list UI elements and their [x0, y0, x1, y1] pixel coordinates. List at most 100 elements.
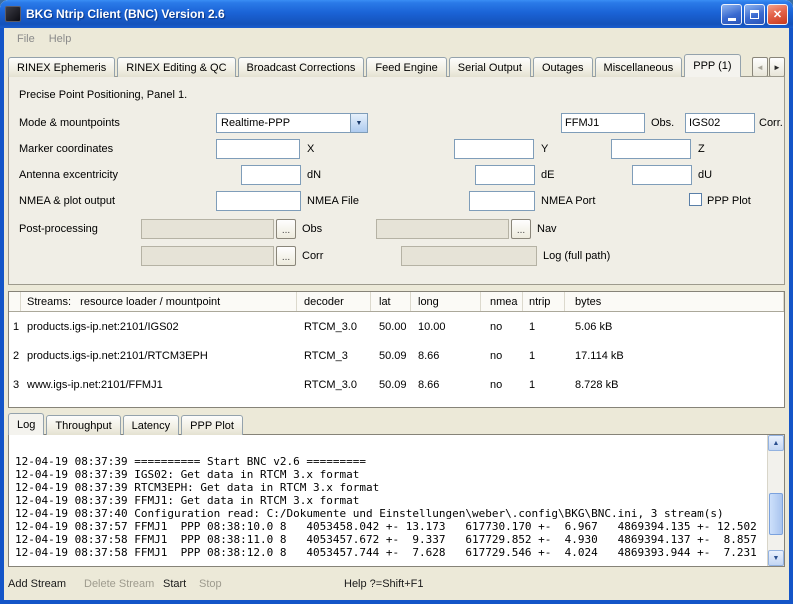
ppp-mode-combobox[interactable]: Realtime-PPP ▼ [216, 113, 368, 133]
nav-file-label: Nav [537, 223, 557, 235]
tab-scroll-left-button[interactable]: ◄ [752, 57, 768, 77]
marker-x-field[interactable] [216, 139, 300, 159]
z-label: Z [698, 143, 705, 155]
tab-rinex-ephemeris[interactable]: RINEX Ephemeris [8, 57, 115, 77]
scrollbar-thumb[interactable] [769, 493, 783, 535]
column-header-decoder: decoder [297, 292, 371, 311]
cell-bytes: 8.728 kB [565, 379, 784, 391]
log-line: 12-04-19 08:37:58 FFMJ1 PPP 08:38:11.0 8… [15, 533, 767, 546]
marker-y-field[interactable] [454, 139, 534, 159]
browse-corr-button[interactable]: ... [276, 246, 296, 266]
cell-ntrip: 1 [523, 350, 565, 362]
tab-rinex-editing-qc[interactable]: RINEX Editing & QC [117, 57, 235, 77]
cell-bytes: 17.114 kB [565, 350, 784, 362]
cell-decoder: RTCM_3.0 [297, 379, 371, 391]
log-line: 12-04-19 08:37:39 FFMJ1: Get data in RTC… [15, 494, 767, 507]
log-line: 12-04-19 08:37:58 FFMJ1 PPP 08:38:12.0 8… [15, 546, 767, 559]
ppp-mode-value: Realtime-PPP [217, 117, 350, 129]
obs-label: Obs. [651, 117, 674, 129]
menu-file[interactable]: File [10, 31, 42, 47]
browse-nav-button[interactable]: ... [511, 219, 531, 239]
column-header-long: long [411, 292, 481, 311]
de-label: dE [541, 169, 554, 181]
tab-serial-output[interactable]: Serial Output [449, 57, 531, 77]
tab-throughput[interactable]: Throughput [46, 415, 120, 435]
antenna-du-field[interactable] [632, 165, 692, 185]
cell-decoder: RTCM_3 [297, 350, 371, 362]
close-button[interactable]: ✕ [767, 4, 788, 25]
tab-ppp-1[interactable]: PPP (1) [684, 54, 740, 77]
obs-file-label: Obs [302, 223, 322, 235]
y-label: Y [541, 143, 548, 155]
menu-bar: File Help [4, 28, 789, 49]
maximize-icon [750, 10, 759, 19]
scroll-down-button[interactable]: ▼ [768, 550, 784, 566]
corr-label: Corr. [759, 117, 783, 129]
antenna-excentricity-label: Antenna excentricity [19, 169, 118, 181]
panel-caption: Precise Point Positioning, Panel 1. [19, 89, 187, 101]
log-output[interactable]: 12-04-19 08:37:39 ========== Start BNC v… [9, 435, 767, 566]
log-line: 12-04-19 08:37:39 ========== Start BNC v… [15, 455, 767, 468]
window-title: BKG Ntrip Client (BNC) Version 2.6 [26, 7, 719, 21]
obs-mountpoint-field[interactable] [561, 113, 645, 133]
nmea-file-label: NMEA File [307, 195, 359, 207]
maximize-button[interactable] [744, 4, 765, 25]
ppp-plot-checkbox[interactable] [689, 193, 702, 206]
minimize-icon [728, 18, 736, 21]
post-log-path-field [401, 246, 537, 266]
tab-log[interactable]: Log [8, 413, 44, 435]
nmea-plot-output-label: NMEA & plot output [19, 195, 115, 207]
cell-nmea: no [481, 350, 523, 362]
add-stream-button[interactable]: Add Stream [8, 578, 66, 590]
menu-help[interactable]: Help [42, 31, 79, 47]
post-obs-file-field [141, 219, 274, 239]
cell-long: 8.66 [411, 379, 481, 391]
start-button[interactable]: Start [163, 578, 186, 590]
tab-outages[interactable]: Outages [533, 57, 593, 77]
antenna-de-field[interactable] [475, 165, 535, 185]
scroll-up-icon: ▲ [773, 440, 780, 447]
tab-feed-engine[interactable]: Feed Engine [366, 57, 446, 77]
tab-broadcast-corrections[interactable]: Broadcast Corrections [238, 57, 365, 77]
minimize-button[interactable] [721, 4, 742, 25]
log-scrollbar[interactable]: ▲ ▼ [767, 435, 784, 566]
x-label: X [307, 143, 314, 155]
row-number: 2 [9, 350, 21, 362]
cell-nmea: no [481, 321, 523, 333]
top-tab-bar: RINEX Ephemeris RINEX Editing & QC Broad… [8, 54, 743, 77]
window-border-right [789, 28, 793, 604]
ppp-plot-label: PPP Plot [707, 195, 751, 207]
antenna-dn-field[interactable] [241, 165, 301, 185]
column-header-ntrip: ntrip [523, 292, 565, 311]
log-line: 12-04-19 08:37:39 RTCM3EPH: Get data in … [15, 481, 767, 494]
column-header-bytes: bytes [565, 292, 784, 311]
column-header-mountpoint: Streams: resource loader / mountpoint [21, 292, 297, 311]
stop-button: Stop [199, 578, 222, 590]
window-border-bottom [0, 600, 793, 604]
log-panel: 12-04-19 08:37:39 ========== Start BNC v… [8, 434, 785, 567]
marker-coordinates-label: Marker coordinates [19, 143, 113, 155]
browse-obs-button[interactable]: ... [276, 219, 296, 239]
post-processing-label: Post-processing [19, 223, 98, 235]
cell-long: 10.00 [411, 321, 481, 333]
nmea-port-field[interactable] [469, 191, 535, 211]
tab-ppp-plot[interactable]: PPP Plot [181, 415, 243, 435]
nmea-file-field[interactable] [216, 191, 301, 211]
tab-scroll-right-button[interactable]: ► [769, 57, 785, 77]
stream-row[interactable]: 1 products.igs-ip.net:2101/IGS02 RTCM_3.… [9, 312, 784, 341]
title-bar: BKG Ntrip Client (BNC) Version 2.6 ✕ [0, 0, 793, 28]
corr-mountpoint-field[interactable] [685, 113, 755, 133]
tab-latency[interactable]: Latency [123, 415, 180, 435]
stream-row[interactable]: 3 www.igs-ip.net:2101/FFMJ1 RTCM_3.0 50.… [9, 370, 784, 399]
cell-ntrip: 1 [523, 321, 565, 333]
du-label: dU [698, 169, 712, 181]
arrow-right-icon: ► [773, 63, 781, 72]
marker-z-field[interactable] [611, 139, 691, 159]
scroll-up-button[interactable]: ▲ [768, 435, 784, 451]
column-header-nmea: nmea [481, 292, 523, 311]
column-header-lat: lat [371, 292, 411, 311]
cell-ntrip: 1 [523, 379, 565, 391]
tab-miscellaneous[interactable]: Miscellaneous [595, 57, 683, 77]
stream-row[interactable]: 2 products.igs-ip.net:2101/RTCM3EPH RTCM… [9, 341, 784, 370]
row-number: 3 [9, 379, 21, 391]
